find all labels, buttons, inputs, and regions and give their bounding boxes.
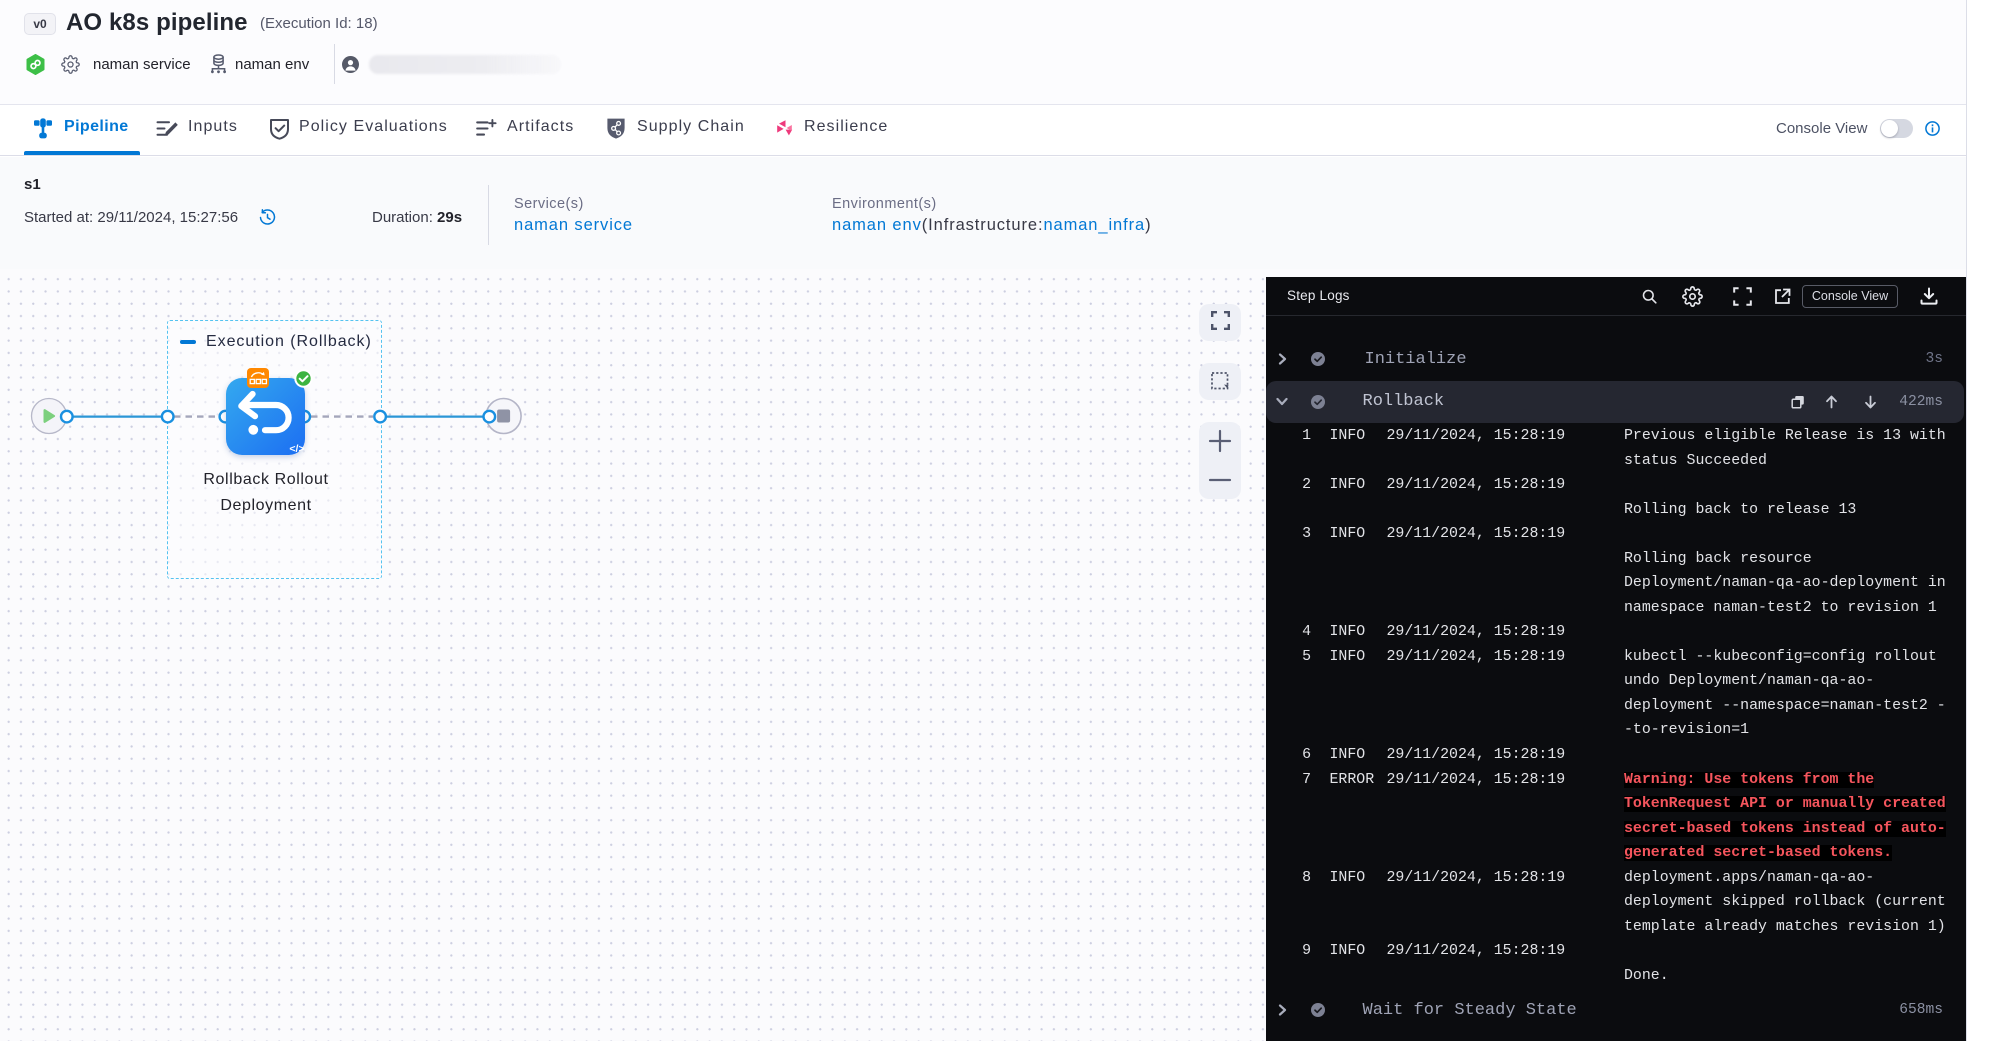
svg-text:</>: </> [289,443,304,455]
